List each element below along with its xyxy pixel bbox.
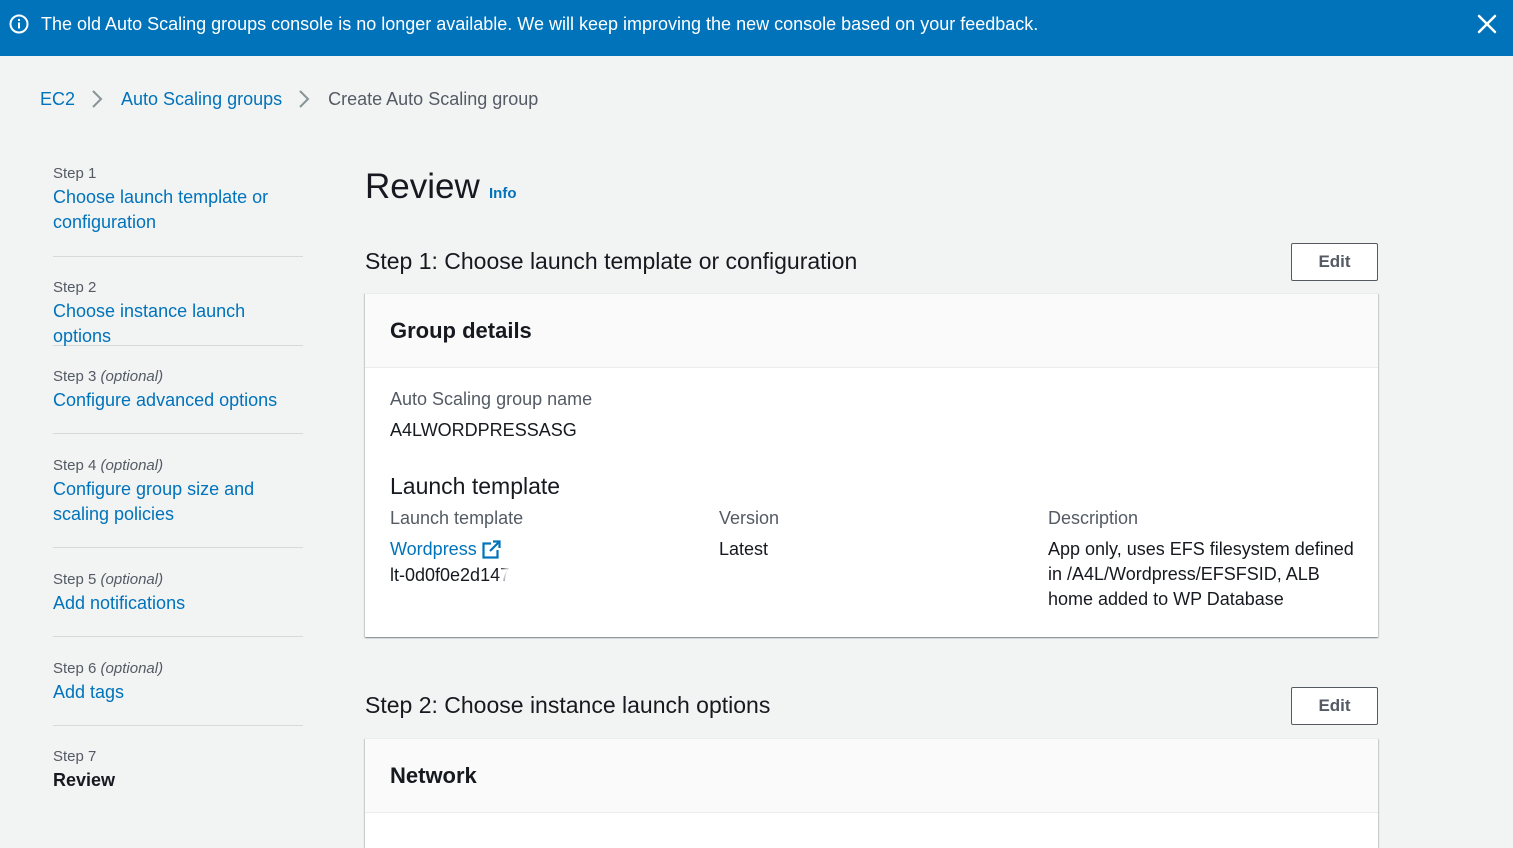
nav-step-3: Step 3 (optional) Configure advanced opt… <box>53 346 303 434</box>
edit-step-1-button[interactable]: Edit <box>1291 243 1378 281</box>
version-value: Latest <box>719 539 769 559</box>
description-value: App only, uses EFS filesystem defined in… <box>1048 539 1354 609</box>
nav-step-1-link[interactable]: Choose launch template or configuration <box>53 185 283 235</box>
nav-step-6-link[interactable]: Add tags <box>53 680 303 705</box>
nav-step-4-link[interactable]: Configure group size and scaling policie… <box>53 477 273 527</box>
network-panel: Network <box>365 738 1378 848</box>
nav-step-6: Step 6 (optional) Add tags <box>53 637 303 726</box>
breadcrumb-current: Create Auto Scaling group <box>328 88 539 109</box>
step-number-label: Step 3 (optional) <box>53 368 164 385</box>
launch-template-link[interactable]: Wordpress <box>390 539 501 560</box>
close-icon[interactable] <box>1476 13 1498 35</box>
step-number-label: Step 5 (optional) <box>53 571 164 588</box>
launch-template-id: lt-0d0f0e2d147 <box>390 565 573 588</box>
chevron-right-icon <box>299 90 310 108</box>
launch-template-name: Wordpress <box>390 539 477 559</box>
section-2-heading: Step 2: Choose instance launch options <box>365 692 771 718</box>
section-1-heading: Step 1: Choose launch template or config… <box>365 248 858 274</box>
info-circle-icon <box>9 14 29 34</box>
nav-step-3-link[interactable]: Configure advanced options <box>53 388 303 413</box>
nav-step-2-link[interactable]: Choose instance launch options <box>53 299 303 349</box>
redaction-blur <box>506 565 573 588</box>
nav-step-4: Step 4 (optional) Configure group size a… <box>53 434 303 548</box>
nav-step-5-link[interactable]: Add notifications <box>53 591 303 616</box>
breadcrumb: EC2 Auto Scaling groups Create Auto Scal… <box>40 87 538 111</box>
launch-template-col-label: Launch template <box>390 508 524 528</box>
wizard-steps-nav: Step 1 Choose launch template or configu… <box>53 163 303 793</box>
notification-banner: The old Auto Scaling groups console is n… <box>0 0 1513 56</box>
chevron-right-icon <box>92 90 103 108</box>
version-col-label: Version <box>719 508 780 528</box>
edit-step-2-button[interactable]: Edit <box>1291 687 1378 725</box>
panel-header: Group details <box>365 294 1378 368</box>
nav-step-1: Step 1 Choose launch template or configu… <box>53 163 303 257</box>
description-col-label: Description <box>1048 508 1139 528</box>
breadcrumb-auto-scaling-groups[interactable]: Auto Scaling groups <box>121 89 282 110</box>
nav-step-5: Step 5 (optional) Add notifications <box>53 548 303 637</box>
page-title: Review <box>365 167 480 206</box>
nav-step-2: Step 2 Choose instance launch options <box>53 257 303 346</box>
panel-title: Group details <box>390 317 532 343</box>
step-number-label: Step 4 (optional) <box>53 457 164 474</box>
asg-name-value: A4LWORDPRESSASG <box>390 420 577 440</box>
info-link[interactable]: Info <box>489 185 517 202</box>
launch-template-heading: Launch template <box>390 473 561 499</box>
step-number-label: Step 1 <box>53 165 97 182</box>
panel-title: Network <box>390 762 477 788</box>
step-number-label: Step 6 (optional) <box>53 660 164 677</box>
panel-header: Network <box>365 739 1378 813</box>
step-number-label: Step 7 <box>53 748 97 765</box>
banner-message: The old Auto Scaling groups console is n… <box>41 14 1039 34</box>
asg-name-label: Auto Scaling group name <box>390 389 593 409</box>
step-number-label: Step 2 <box>53 279 97 296</box>
group-details-panel: Group details Auto Scaling group name A4… <box>365 293 1378 637</box>
nav-step-7: Step 7 Review <box>53 726 303 793</box>
breadcrumb-ec2[interactable]: EC2 <box>40 89 75 110</box>
nav-step-7-current: Review <box>53 770 116 790</box>
external-link-icon <box>482 540 501 559</box>
